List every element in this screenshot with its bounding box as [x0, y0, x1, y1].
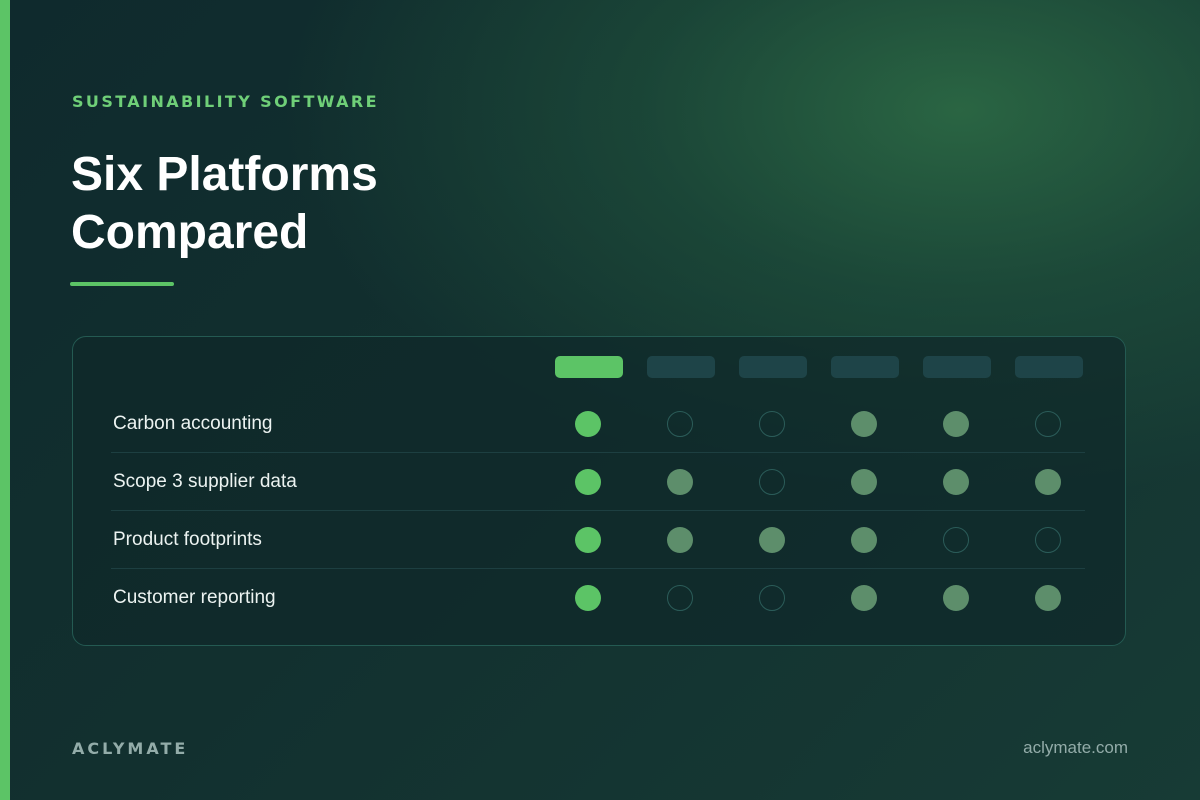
brand-logo-text: ACLYMATE — [72, 739, 189, 758]
empty-circle-icon — [667, 411, 693, 437]
empty-circle-icon — [759, 411, 785, 437]
filled-circle-icon — [575, 469, 601, 495]
filled-circle-icon — [851, 411, 877, 437]
feature-label: Carbon accounting — [113, 413, 273, 434]
title-underline — [70, 282, 174, 286]
filled-circle-icon — [667, 527, 693, 553]
filled-circle-icon — [575, 585, 601, 611]
column-header-4 — [831, 356, 899, 378]
website-url: aclymate.com — [1023, 738, 1128, 757]
page-title: Six Platforms Compared — [71, 146, 511, 262]
filled-circle-icon — [575, 527, 601, 553]
empty-circle-icon — [667, 585, 693, 611]
filled-circle-icon — [667, 469, 693, 495]
filled-circle-icon — [851, 469, 877, 495]
empty-circle-icon — [1035, 527, 1061, 553]
column-header-3 — [739, 356, 807, 378]
column-header-2 — [647, 356, 715, 378]
comparison-table: Carbon accounting Scope 3 supplier data Pr… — [72, 336, 1126, 646]
filled-circle-icon — [943, 585, 969, 611]
empty-circle-icon — [943, 527, 969, 553]
empty-circle-icon — [1035, 411, 1061, 437]
feature-label: Scope 3 supplier data — [113, 471, 297, 492]
eyebrow-label: SUSTAINABILITY SOFTWARE — [72, 92, 379, 111]
empty-circle-icon — [759, 469, 785, 495]
column-header-1 — [555, 356, 623, 378]
table-row: Scope 3 supplier data — [111, 453, 1085, 511]
filled-circle-icon — [943, 469, 969, 495]
filled-circle-icon — [943, 411, 969, 437]
filled-circle-icon — [575, 411, 601, 437]
table-row: Carbon accounting — [111, 395, 1085, 453]
table-row: Product footprints — [111, 511, 1085, 569]
filled-circle-icon — [851, 585, 877, 611]
filled-circle-icon — [1035, 585, 1061, 611]
empty-circle-icon — [759, 585, 785, 611]
feature-label: Product footprints — [113, 529, 262, 550]
table-row: Customer reporting — [111, 569, 1085, 627]
title-line-1: Six Platforms — [71, 148, 378, 201]
filled-circle-icon — [1035, 469, 1061, 495]
feature-label: Customer reporting — [113, 587, 276, 608]
filled-circle-icon — [851, 527, 877, 553]
column-header-6 — [1015, 356, 1083, 378]
title-line-2: Compared — [71, 206, 309, 259]
column-header-5 — [923, 356, 991, 378]
left-accent-bar — [0, 0, 10, 800]
filled-circle-icon — [759, 527, 785, 553]
